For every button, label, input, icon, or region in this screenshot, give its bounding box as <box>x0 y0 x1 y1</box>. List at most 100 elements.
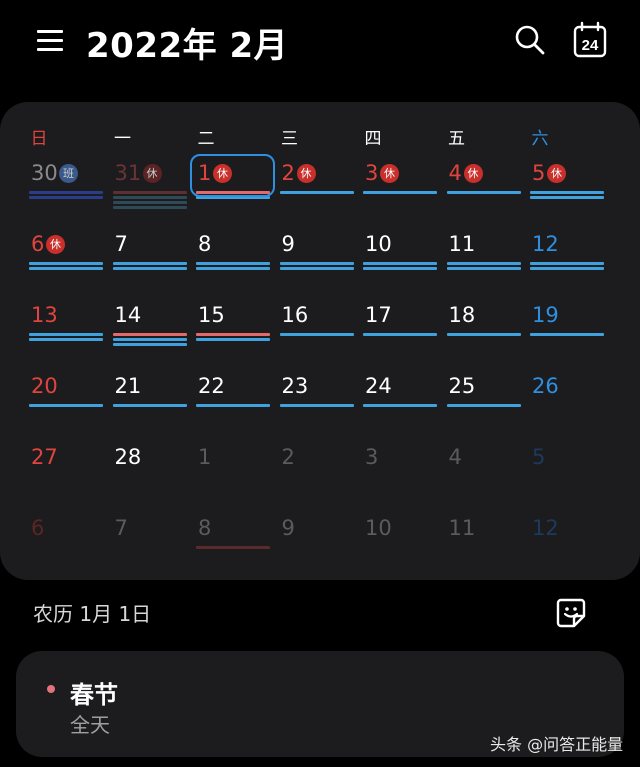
event-indicator-bar <box>363 267 437 270</box>
day-number: 8 <box>198 516 212 540</box>
day-number: 5 <box>532 161 546 185</box>
event-indicator-bar <box>29 404 103 407</box>
day-cell[interactable]: 14 <box>112 302 197 373</box>
day-cell[interactable]: 12 <box>530 515 614 586</box>
event-indicator-bar <box>196 338 270 341</box>
day-cell[interactable]: 25 <box>446 373 531 444</box>
day-cell[interactable]: 12 <box>530 231 614 302</box>
day-cell[interactable]: 1 <box>196 444 280 515</box>
day-cell[interactable]: 30 班 <box>29 160 113 231</box>
today-button[interactable]: 24 <box>570 20 610 60</box>
day-cell[interactable]: 8 <box>196 515 280 586</box>
day-cell[interactable]: 28 <box>113 444 197 515</box>
day-number: 10 <box>365 232 392 256</box>
menu-button[interactable] <box>34 24 68 56</box>
day-cell[interactable]: 18 <box>446 302 531 373</box>
day-cell[interactable]: 9 <box>280 515 364 586</box>
day-cell[interactable]: 24 <box>363 373 447 444</box>
event-indicator-bar <box>196 404 270 407</box>
event-indicator-bar <box>112 267 187 270</box>
search-button[interactable] <box>510 20 550 60</box>
day-cell[interactable]: 3休 <box>363 160 447 231</box>
month-title[interactable]: 2022年 2月 <box>86 18 288 67</box>
day-cell[interactable]: 31 休 <box>112 160 197 231</box>
event-title: 春节 <box>70 681 118 709</box>
selected-day-highlight <box>190 154 275 197</box>
day-number: 4 <box>448 445 462 469</box>
weekday-label: 二 <box>197 129 215 149</box>
day-cell[interactable]: 3 <box>363 444 447 515</box>
day-number: 23 <box>281 374 309 398</box>
day-cell[interactable]: 17 <box>363 302 447 373</box>
day-cell[interactable]: 5 <box>530 444 614 515</box>
day-cell[interactable]: 6 <box>29 515 113 586</box>
day-cell[interactable]: 10 <box>363 231 447 302</box>
event-indicator-bar <box>363 404 437 407</box>
day-cell[interactable]: 9 <box>279 231 364 302</box>
event-indicator-bar <box>363 333 437 336</box>
day-number: 6 <box>31 232 45 256</box>
menu-icon-line-1 <box>37 30 63 33</box>
event-indicator-bar <box>446 191 521 194</box>
day-number: 9 <box>281 232 295 256</box>
day-number: 1 <box>198 445 212 469</box>
day-cell[interactable]: 21 <box>112 373 197 444</box>
event-indicator-bar <box>29 191 103 194</box>
day-cell[interactable]: 8 <box>196 231 280 302</box>
day-number: 7 <box>114 516 128 540</box>
day-number: 27 <box>31 445 58 469</box>
watermark: 头条 @问答正能量 <box>490 735 624 754</box>
day-number: 5 <box>532 445 546 469</box>
day-cell[interactable]: 20 <box>29 373 113 444</box>
calendar-today-icon: 24 <box>573 21 607 58</box>
day-cell[interactable]: 11 <box>447 515 531 586</box>
day-cell[interactable]: 6休 <box>29 231 113 302</box>
day-cell[interactable]: 11 <box>446 231 531 302</box>
event-indicator-bar <box>196 262 270 265</box>
day-cell[interactable]: 7 <box>112 231 197 302</box>
sticker-button[interactable] <box>554 596 588 630</box>
day-cell[interactable]: 4休 <box>446 160 531 231</box>
day-cell[interactable]: 10 <box>363 515 447 586</box>
event-indicator-bar <box>29 262 103 265</box>
day-number: 13 <box>31 303 58 327</box>
event-indicator-bar <box>530 196 604 199</box>
day-cell[interactable]: 27 <box>29 444 113 515</box>
day-cell[interactable]: 4 <box>447 444 531 515</box>
weekday-label: 四 <box>364 129 382 149</box>
event-indicator-bar <box>530 267 604 270</box>
day-number: 2 <box>281 161 295 185</box>
day-cell[interactable]: 13 <box>29 302 113 373</box>
lunar-date: 农历 1月 1日 <box>33 602 152 626</box>
day-number: 31 <box>114 161 142 185</box>
event-time: 全天 <box>70 713 110 737</box>
event-indicator-bar <box>530 191 604 194</box>
menu-icon-line-2 <box>37 39 63 42</box>
day-cell[interactable]: 15 <box>196 302 280 373</box>
sticker-icon <box>556 598 586 628</box>
day-number: 20 <box>31 374 58 398</box>
event-indicator-bar <box>196 267 270 270</box>
holiday-badge: 休 <box>46 235 65 254</box>
event-indicator-bar <box>29 267 103 270</box>
day-cell[interactable]: 2休 <box>279 160 364 231</box>
day-cell[interactable]: 2 <box>280 444 364 515</box>
day-number: 19 <box>532 303 559 327</box>
holiday-badge: 休 <box>463 164 483 183</box>
day-cell[interactable]: 19 <box>530 302 614 373</box>
day-cell[interactable]: 26 <box>530 373 614 444</box>
day-cell[interactable]: 22 <box>196 373 280 444</box>
event-indicator-bar <box>29 338 103 341</box>
day-number: 11 <box>448 516 476 540</box>
workday-badge: 班 <box>59 164 78 183</box>
day-cell[interactable]: 5休 <box>530 160 614 231</box>
day-cell[interactable]: 23 <box>279 373 364 444</box>
day-number: 9 <box>281 516 295 540</box>
day-number: 12 <box>532 516 559 540</box>
day-number: 14 <box>114 303 142 327</box>
holiday-badge: 休 <box>380 164 399 183</box>
event-indicator-bar <box>29 333 103 336</box>
day-cell[interactable]: 16 <box>279 302 364 373</box>
day-number: 17 <box>365 303 392 327</box>
day-cell[interactable]: 7 <box>113 515 197 586</box>
